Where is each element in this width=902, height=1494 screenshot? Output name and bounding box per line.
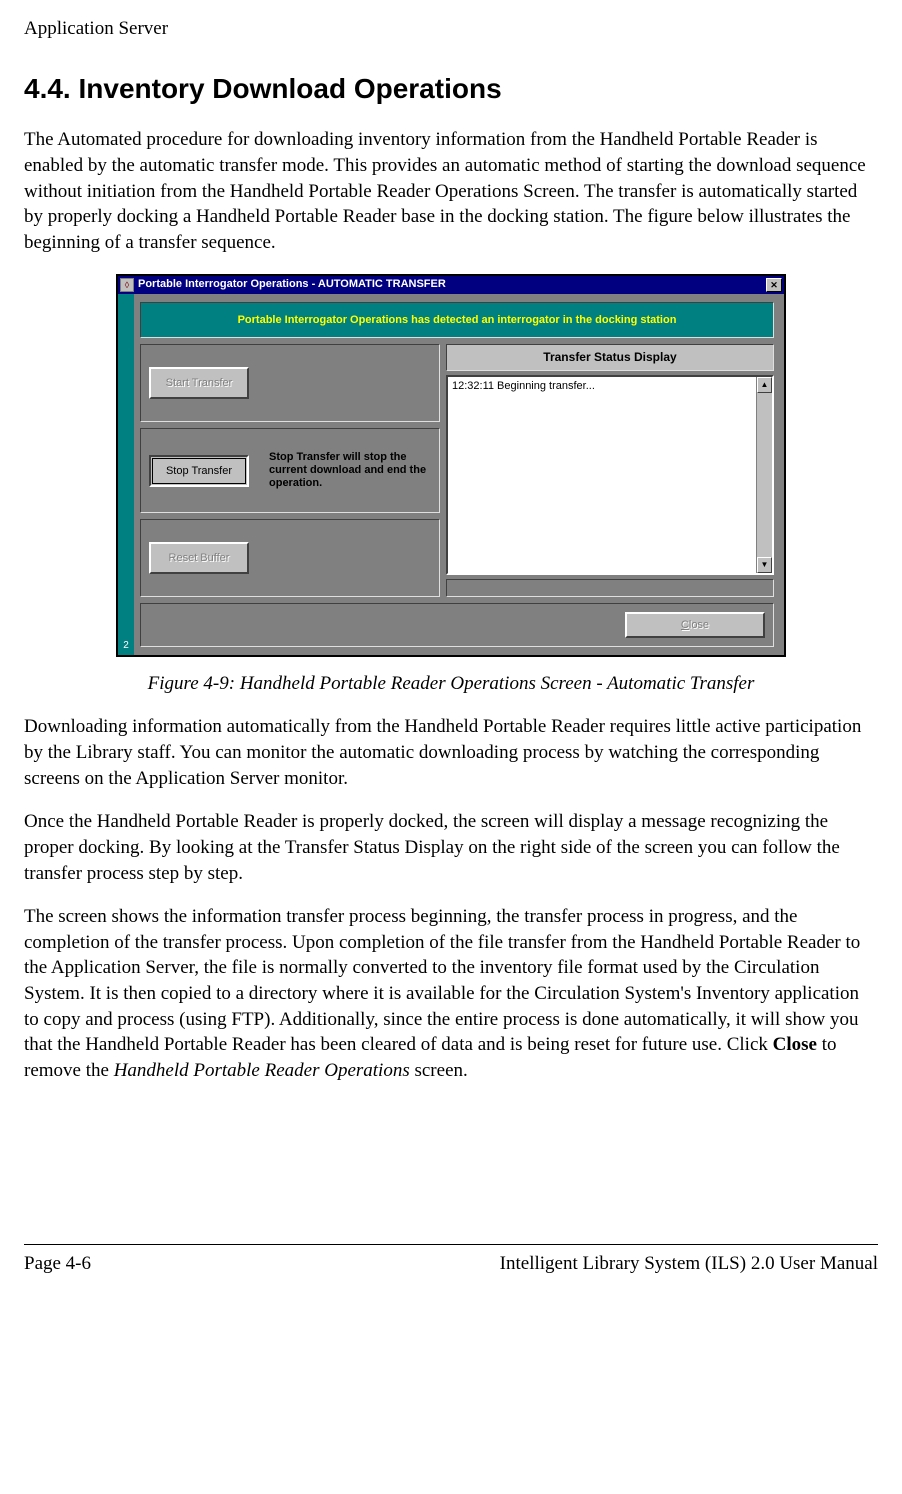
scroll-down-icon[interactable]: ▼ — [757, 557, 772, 573]
figure-wrapper: ◊ Portable Interrogator Operations - AUT… — [24, 274, 878, 657]
page-footer: Page 4-6 Intelligent Library System (ILS… — [24, 1244, 878, 1277]
reset-buffer-button: Reset Buffer — [149, 542, 249, 574]
left-gutter: 2 — [118, 294, 134, 655]
close-rest: lose — [689, 619, 709, 631]
close-button: Close — [625, 612, 765, 638]
status-listbox[interactable]: 12:32:11 Beginning transfer... ▲ ▼ — [446, 375, 774, 575]
app-icon: ◊ — [120, 278, 134, 292]
bottom-row: Close — [140, 603, 774, 647]
p4-c: screen. — [410, 1060, 468, 1081]
p4-bold: Close — [773, 1034, 817, 1055]
close-icon[interactable]: ✕ — [766, 278, 782, 292]
stop-transfer-button[interactable]: Stop Transfer — [149, 455, 249, 487]
detection-banner: Portable Interrogator Operations has det… — [140, 302, 774, 339]
dialog-window: ◊ Portable Interrogator Operations - AUT… — [116, 274, 786, 657]
start-transfer-button: Start Transfer — [149, 367, 249, 399]
stop-transfer-panel: Stop Transfer Stop Transfer will stop th… — [140, 428, 440, 513]
start-transfer-panel: Start Transfer — [140, 344, 440, 422]
titlebar-text: Portable Interrogator Operations - AUTOM… — [138, 277, 766, 292]
footer-page: Page 4-6 — [24, 1251, 91, 1277]
reset-buffer-panel: Reset Buffer — [140, 519, 440, 597]
scrollbar[interactable]: ▲ ▼ — [756, 377, 772, 573]
main-grid: Portable Interrogator Operations has det… — [134, 294, 784, 655]
close-mnemonic: C — [681, 619, 689, 631]
figure-caption: Figure 4-9: Handheld Portable Reader Ope… — [24, 671, 878, 697]
paragraph-3: Once the Handheld Portable Reader is pro… — [24, 809, 878, 886]
paragraph-2: Downloading information automatically fr… — [24, 714, 878, 791]
section-title: 4.4. Inventory Download Operations — [24, 70, 878, 108]
gutter-label: 2 — [118, 639, 134, 653]
status-line: 12:32:11 Beginning transfer... — [452, 379, 768, 394]
status-title: Transfer Status Display — [446, 344, 774, 370]
scroll-up-icon[interactable]: ▲ — [757, 377, 772, 393]
intro-paragraph: The Automated procedure for downloading … — [24, 127, 878, 255]
status-column: Transfer Status Display 12:32:11 Beginni… — [446, 344, 774, 596]
progress-bar — [446, 579, 774, 597]
page-header: Application Server — [24, 16, 878, 42]
footer-manual: Intelligent Library System (ILS) 2.0 Use… — [500, 1251, 878, 1277]
p4-a: The screen shows the information transfe… — [24, 906, 860, 1055]
titlebar: ◊ Portable Interrogator Operations - AUT… — [118, 276, 784, 294]
paragraph-4: The screen shows the information transfe… — [24, 904, 878, 1083]
p4-italic: Handheld Portable Reader Operations — [114, 1060, 410, 1081]
stop-help-text: Stop Transfer will stop the current down… — [269, 451, 431, 491]
dialog-body: 2 Portable Interrogator Operations has d… — [118, 294, 784, 655]
